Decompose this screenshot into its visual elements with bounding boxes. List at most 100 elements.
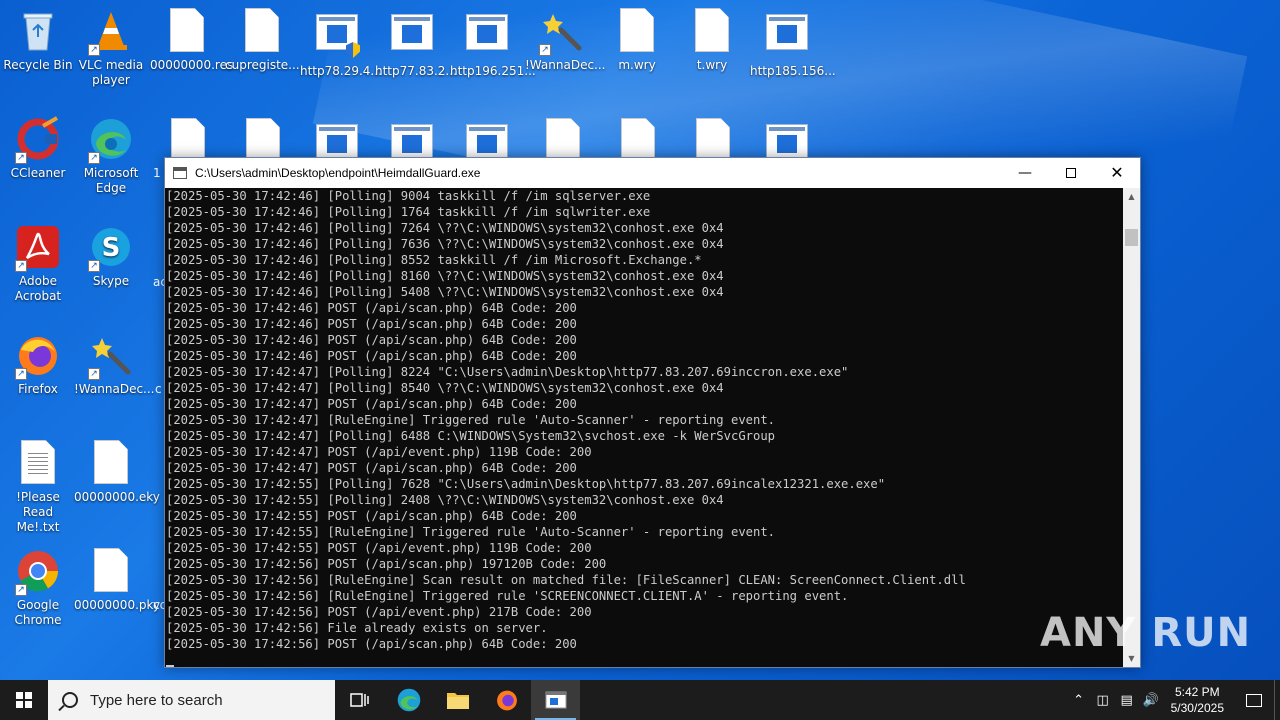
shortcut-arrow-icon: ↗: [539, 44, 551, 56]
desktop-icon-eky-file[interactable]: 00000000.eky: [73, 440, 160, 505]
system-tray: ⌃ ◫ ▤ 🔊 5:42 PM 5/30/2025: [1067, 680, 1280, 720]
notification-center-button[interactable]: [1234, 680, 1274, 720]
console-line: [2025-05-30 17:42:46] [Polling] 8552 tas…: [166, 253, 702, 267]
desktop-icon-m-wry[interactable]: m.wry: [599, 8, 675, 73]
desktop-icon-wannadec[interactable]: ↗ !WannaDec...: [524, 8, 606, 73]
firefox-icon: ↗: [15, 332, 61, 380]
desktop-icon-res-file[interactable]: 00000000.res: [149, 8, 233, 73]
text-file-icon: [15, 440, 61, 486]
uac-shield-icon: [346, 42, 360, 58]
exe-icon: [466, 124, 508, 160]
search-icon: [62, 692, 78, 708]
svg-text:S: S: [102, 233, 121, 263]
desktop-icon-http77[interactable]: http77.83.2...: [374, 8, 457, 79]
console-line: [2025-05-30 17:42:46] POST (/api/scan.ph…: [166, 317, 577, 331]
scroll-thumb[interactable]: [1125, 229, 1138, 246]
console-app-icon: [173, 167, 187, 179]
window-titlebar[interactable]: C:\Users\admin\Desktop\endpoint\Heimdall…: [165, 158, 1140, 188]
shortcut-arrow-icon: ↗: [15, 152, 27, 164]
console-line: [2025-05-30 17:42:46] [Polling] 8160 \??…: [166, 269, 724, 283]
ccleaner-icon: ↗: [15, 116, 61, 164]
file-icon: [246, 118, 280, 162]
console-line: [2025-05-30 17:42:55] [RuleEngine] Trigg…: [166, 525, 776, 539]
desktop-icon-pky-file[interactable]: 00000000.pky: [73, 548, 160, 613]
task-view-button[interactable]: [335, 680, 384, 720]
console-line: [2025-05-30 17:42:55] POST (/api/scan.ph…: [166, 509, 577, 523]
desktop-icon-skype[interactable]: S ↗ Skype: [73, 224, 149, 289]
edge-icon: [397, 688, 420, 712]
desktop-icon-chrome[interactable]: ↗ Google Chrome: [0, 548, 76, 628]
vertical-scrollbar[interactable]: ▲ ▼: [1123, 188, 1140, 667]
console-window[interactable]: C:\Users\admin\Desktop\endpoint\Heimdall…: [164, 157, 1141, 668]
file-icon: [164, 8, 210, 54]
desktop-icon-cupregiste[interactable]: cupregiste...: [224, 8, 300, 73]
console-line: [2025-05-30 17:42:46] [Polling] 7636 \??…: [166, 237, 724, 251]
console-cursor: [166, 665, 174, 667]
show-desktop-button[interactable]: [1274, 680, 1280, 720]
taskbar-edge-button[interactable]: [384, 680, 433, 720]
desktop-icon-wannadec-2[interactable]: ↗ !WannaDec...: [73, 332, 155, 397]
clock-date: 5/30/2025: [1170, 701, 1224, 715]
device-icon[interactable]: ◫: [1091, 693, 1115, 708]
desktop-icon-readme[interactable]: !Please Read Me!.txt: [0, 440, 76, 535]
start-button[interactable]: [0, 680, 48, 720]
console-line: [2025-05-30 17:42:46] [Polling] 1764 tas…: [166, 205, 651, 219]
desktop-icon-firefox[interactable]: ↗ Firefox: [0, 332, 76, 397]
console-line: [2025-05-30 17:42:47] [Polling] 6488 C:\…: [166, 429, 776, 443]
desktop-icon-ccleaner[interactable]: ↗ CCleaner: [0, 116, 76, 181]
desktop-icon-recycle-bin[interactable]: Recycle Bin: [0, 8, 76, 73]
desktop-icon-http185[interactable]: http185.156...: [749, 8, 836, 79]
console-line: [2025-05-30 17:42:47] POST (/api/event.p…: [166, 445, 592, 459]
console-output[interactable]: [2025-05-30 17:42:46] [Polling] 9004 tas…: [165, 188, 1123, 667]
file-icon: [689, 8, 735, 54]
taskbar-console-button[interactable]: [531, 680, 580, 720]
desktop-icon-http78[interactable]: http78.29.4...: [299, 8, 382, 79]
recycle-bin-icon: [15, 8, 61, 54]
console-line: [2025-05-30 17:42:46] POST (/api/scan.ph…: [166, 333, 577, 347]
scroll-up-icon[interactable]: ▲: [1123, 188, 1140, 205]
desktop-icon-t-wry[interactable]: t.wry: [674, 8, 750, 73]
exe-icon: [316, 124, 358, 160]
exe-icon: [391, 124, 433, 160]
maximize-icon: [1066, 168, 1076, 178]
console-line: [2025-05-30 17:42:56] [RuleEngine] Trigg…: [166, 589, 849, 603]
network-icon[interactable]: ▤: [1115, 693, 1139, 708]
folder-icon: [446, 693, 469, 709]
close-button[interactable]: ✕: [1094, 158, 1140, 188]
console-line: [2025-05-30 17:42:47] POST (/api/scan.ph…: [166, 397, 577, 411]
file-icon: [621, 118, 655, 162]
magic-wand-icon: ↗: [88, 332, 134, 380]
desktop-icon-edge[interactable]: ↗ Microsoft Edge: [73, 116, 149, 196]
taskbar-search-box[interactable]: Type here to search: [48, 680, 335, 720]
taskbar-firefox-button[interactable]: [482, 680, 531, 720]
minimize-icon: —: [1018, 165, 1032, 181]
console-line: [2025-05-30 17:42:56] POST (/api/event.p…: [166, 605, 592, 619]
desktop-icon-http196[interactable]: http196.251...: [449, 8, 536, 79]
anyrun-watermark: ANY RUN: [1040, 610, 1252, 656]
chevron-up-icon[interactable]: ⌃: [1067, 693, 1091, 708]
shortcut-arrow-icon: ↗: [88, 368, 100, 380]
file-icon: [88, 548, 134, 594]
volume-icon[interactable]: 🔊: [1139, 693, 1163, 708]
taskbar-clock[interactable]: 5:42 PM 5/30/2025: [1171, 684, 1224, 716]
windows-logo-icon: [16, 692, 32, 708]
console-line: [2025-05-30 17:42:46] POST (/api/scan.ph…: [166, 349, 577, 363]
desktop-icon-acrobat[interactable]: ↗ Adobe Acrobat: [0, 224, 76, 304]
partial-icon-label: 1: [153, 166, 161, 180]
console-line: [2025-05-30 17:42:56] POST (/api/scan.ph…: [166, 557, 607, 571]
desktop-icon-vlc[interactable]: ↗ VLC media player: [73, 8, 149, 88]
shortcut-arrow-icon: ↗: [88, 44, 100, 56]
console-line: [2025-05-30 17:42:55] [Polling] 2408 \??…: [166, 493, 724, 507]
shortcut-arrow-icon: ↗: [15, 368, 27, 380]
maximize-button[interactable]: [1048, 158, 1094, 188]
exe-icon: [764, 14, 810, 60]
notification-icon: [1246, 693, 1262, 707]
file-icon: [546, 118, 580, 162]
magic-wand-icon: ↗: [539, 8, 585, 56]
task-view-icon: [349, 693, 369, 707]
taskbar-file-explorer-button[interactable]: [433, 680, 482, 720]
partial-icon-label: c: [155, 382, 162, 396]
exe-icon: [314, 14, 360, 60]
firefox-icon: [496, 690, 517, 711]
minimize-button[interactable]: —: [1002, 158, 1048, 188]
